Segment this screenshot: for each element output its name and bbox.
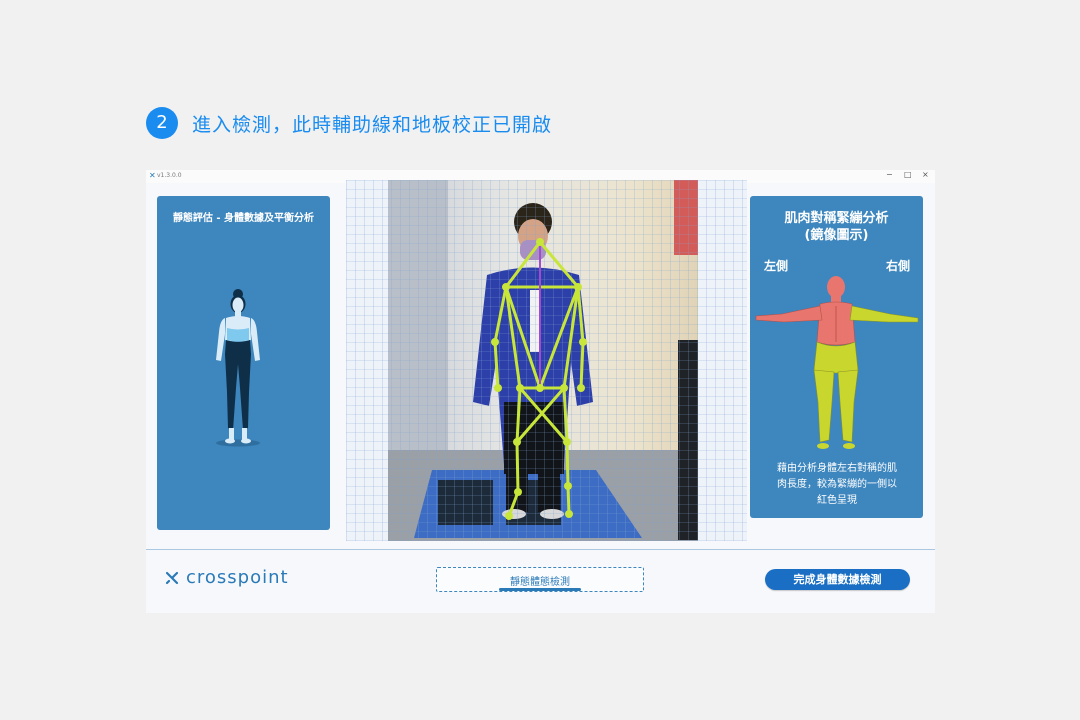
- app-version: v1.3.0.0: [157, 172, 182, 179]
- muscle-symmetry-title: 肌肉對稱緊繃分析 (鏡像圖示): [784, 211, 889, 243]
- muscle-symmetry-panel: 肌肉對稱緊繃分析 (鏡像圖示) 左側 右側 藉由分析身體左右對稱的肌 肉長度，較…: [750, 196, 923, 518]
- app-window: ✕ v1.3.0.0 − □ × 靜態評估 - 身體數據及平衡分析 肌肉對稱緊繃…: [146, 170, 935, 613]
- step-number-badge: 2: [146, 107, 178, 139]
- static-assessment-panel: 靜態評估 - 身體數據及平衡分析: [157, 196, 330, 530]
- detection-progress-bar: [499, 588, 581, 591]
- close-button[interactable]: ×: [922, 170, 929, 179]
- crosspoint-logo-icon: [165, 571, 179, 584]
- footer-divider: [146, 549, 935, 550]
- brand-logo: crosspoint: [164, 567, 289, 588]
- muscle-symmetry-description: 藉由分析身體左右對稱的肌 肉長度，較為緊繃的一側以 紅色呈現: [777, 463, 897, 506]
- maximize-button[interactable]: □: [904, 170, 912, 179]
- step-heading: 2 進入檢測，此時輔助線和地板校正已開啟: [146, 107, 552, 139]
- detection-status: 靜態體態檢測: [436, 567, 644, 592]
- body-figure-icon: [216, 289, 260, 447]
- muscle-body-icon: [755, 276, 919, 449]
- brand-name: crosspoint: [186, 567, 289, 588]
- camera-view: [346, 180, 747, 541]
- step-instruction: 進入檢測，此時輔助線和地板校正已開啟: [192, 113, 553, 136]
- detection-status-label: 靜態體態檢測: [510, 577, 570, 588]
- static-assessment-title: 靜態評估 - 身體數據及平衡分析: [172, 213, 315, 224]
- finish-detection-button[interactable]: 完成身體數據檢測: [765, 569, 910, 590]
- app-logo-icon: ✕: [149, 171, 156, 180]
- minimize-button[interactable]: −: [886, 170, 893, 179]
